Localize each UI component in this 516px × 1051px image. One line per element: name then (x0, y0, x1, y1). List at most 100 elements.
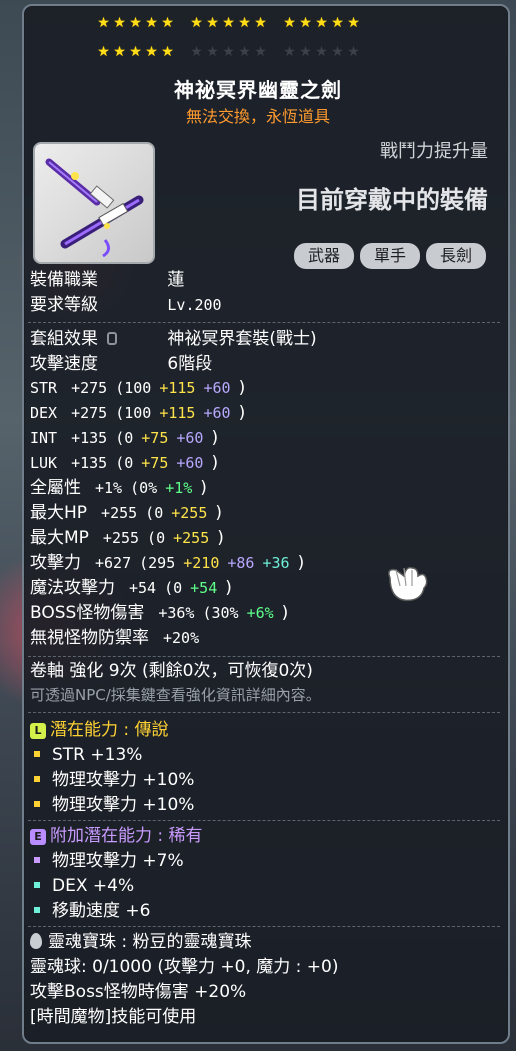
item-name: 神祕冥界幽靈之劍 (174, 78, 342, 102)
stat-total: +54 (129, 579, 157, 597)
star-filled-icon: ★ (238, 15, 251, 31)
stat-name: STR (30, 379, 58, 397)
combat-power-label: 戰鬥力提升量 (380, 141, 488, 162)
stat-base: (0 (145, 504, 164, 522)
star-empty-icon: ★ (206, 44, 219, 60)
star-filled-icon: ★ (113, 44, 126, 60)
divider (28, 820, 500, 821)
star-filled-icon: ★ (129, 15, 142, 31)
lock-icon (107, 332, 118, 345)
additional-line-text: DEX +4% (52, 876, 135, 896)
currently-equipped-label: 目前穿戴中的裝備 (296, 186, 488, 214)
additional-line: 物理攻擊力 +7% (30, 850, 184, 872)
potential-line: 物理攻擊力 +10% (30, 769, 194, 791)
stat-total: +255 (102, 529, 140, 547)
job-row: 裝備職業 蓮 (30, 269, 184, 291)
star-group: ★ ★ ★ ★ ★ (282, 44, 361, 60)
stat-close: ) (215, 503, 222, 523)
divider (28, 712, 500, 713)
star-filled-icon: ★ (97, 15, 110, 31)
sword-icon (45, 158, 144, 258)
stat-extra: +36 (262, 554, 290, 572)
stat-row: 最大MP +255 (0 +255) (30, 527, 224, 549)
stat-total: +36% (158, 604, 195, 622)
stat-flame: +255 (171, 504, 208, 522)
bullet-icon (34, 800, 40, 807)
potential-line-text: 物理攻擊力 +10% (52, 770, 195, 790)
tag-long-sword: 長劍 (426, 243, 487, 269)
stat-row: BOSS怪物傷害 +36% (30% +6%) (30, 602, 288, 624)
stat-flame: +115 (159, 404, 196, 422)
stat-total: +627 (95, 554, 132, 572)
stat-starforce: +60 (203, 379, 231, 397)
stat-close: ) (211, 453, 219, 473)
additional-line-text: 移動速度 +6 (52, 901, 151, 921)
potential-line: 物理攻擊力 +10% (30, 794, 194, 816)
stat-name: LUK (30, 454, 58, 472)
divider (28, 322, 500, 323)
star-filled-icon: ★ (145, 15, 158, 31)
item-icon-frame (33, 142, 155, 264)
rare-badge-icon: E (30, 829, 46, 845)
stat-base: (100 (115, 404, 152, 422)
glove-cursor-icon (388, 566, 428, 602)
stat-close: ) (281, 603, 289, 623)
stat-row: STR +275 (100 +115 +60) (30, 377, 245, 399)
potential-line-text: 物理攻擊力 +10% (52, 795, 195, 815)
level-label: 要求等級 (30, 295, 98, 315)
stat-name: 最大HP (30, 503, 88, 523)
additional-line: DEX +4% (30, 875, 134, 897)
stat-name: 最大MP (30, 528, 89, 548)
stat-row: LUK +135 (0 +75 +60) (30, 452, 218, 474)
attack-speed-row: 攻擊速度 6階段 (30, 353, 212, 375)
stat-name: DEX (30, 404, 58, 422)
star-group: ★ ★ ★ ★ ★ (96, 15, 175, 31)
set-effect-row: 套組效果 神祕冥界套裝(戰士) (30, 328, 317, 350)
stat-total: +255 (101, 504, 138, 522)
bullet-icon (34, 856, 40, 863)
star-filled-icon: ★ (315, 15, 328, 31)
level-value: Lv.200 (167, 296, 222, 314)
flame-icon (30, 933, 42, 949)
star-empty-icon: ★ (283, 44, 296, 60)
stat-base: (0 (115, 454, 134, 472)
soul-boss-damage: 攻擊Boss怪物時傷害 +20% (30, 982, 247, 1002)
bullet-icon (34, 775, 40, 782)
stat-row: 最大HP +255 (0 +255) (30, 502, 222, 524)
stat-base: (295 (139, 554, 176, 572)
stat-name: BOSS怪物傷害 (30, 603, 145, 623)
tag-weapon: 武器 (294, 243, 355, 269)
star-filled-icon: ★ (97, 44, 110, 60)
bullet-icon (34, 750, 40, 757)
stat-name: INT (30, 429, 58, 447)
legendary-badge-icon: L (30, 723, 46, 739)
bullet-icon (34, 906, 40, 913)
stat-flame: +54 (190, 579, 218, 597)
star-group: ★ ★ ★ ★ ★ (96, 44, 175, 60)
stat-close: ) (200, 478, 207, 498)
attack-speed-value: 6階段 (167, 354, 213, 374)
stat-row: 無視怪物防禦率 +20% (30, 627, 207, 649)
stat-base: (0 (164, 579, 183, 597)
level-row: 要求等級 Lv.200 (30, 294, 222, 316)
star-filled-icon: ★ (299, 15, 312, 31)
soul-title-row: 靈魂寶珠 : 粉豆的靈魂寶珠 (30, 931, 252, 953)
stat-base: (0 (115, 429, 134, 447)
stat-base: (100 (115, 379, 152, 397)
stat-flame: +1% (165, 479, 193, 497)
stat-starforce: +60 (203, 404, 231, 422)
soul-orb: 靈魂球: 0/1000 (攻擊力 +0, 魔力 : +0) (30, 957, 339, 977)
star-filled-icon: ★ (145, 44, 158, 60)
stat-close: ) (225, 578, 232, 598)
stat-total: +1% (95, 479, 123, 497)
soul-skill: [時間魔物]技能可使用 (30, 1007, 197, 1027)
star-filled-icon: ★ (161, 44, 174, 60)
stat-base: (30% (202, 604, 239, 622)
stat-close: ) (238, 378, 246, 398)
star-group: ★ ★ ★ ★ ★ (189, 44, 268, 60)
stat-total: +20% (163, 629, 200, 647)
tag-one-handed: 單手 (360, 243, 421, 269)
job-value: 蓮 (167, 270, 185, 290)
additional-line: 移動速度 +6 (30, 900, 150, 922)
star-filled-icon: ★ (113, 15, 126, 31)
